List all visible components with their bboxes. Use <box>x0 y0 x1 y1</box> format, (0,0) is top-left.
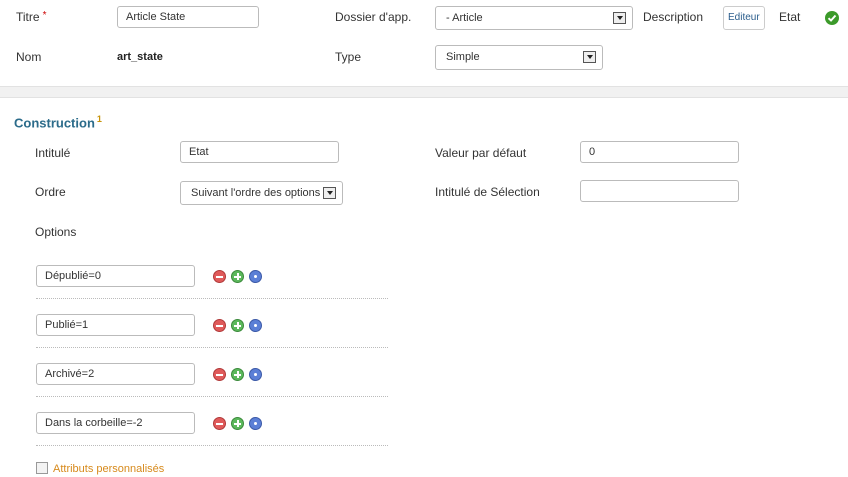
type-select-value: Simple <box>446 51 480 63</box>
valeur-defaut-input[interactable] <box>580 141 739 163</box>
remove-icon[interactable] <box>213 368 226 381</box>
option-input[interactable] <box>36 265 195 287</box>
move-icon[interactable] <box>249 368 262 381</box>
chevron-down-icon <box>323 187 336 199</box>
attributs-checkbox[interactable] <box>36 462 48 474</box>
option-input[interactable] <box>36 363 195 385</box>
ordre-label: Ordre <box>35 185 66 199</box>
remove-icon[interactable] <box>213 270 226 283</box>
remove-icon[interactable] <box>213 319 226 332</box>
move-icon[interactable] <box>249 319 262 332</box>
description-label: Description <box>643 10 704 24</box>
ordre-select[interactable]: Suivant l'ordre des options <box>180 181 343 205</box>
add-icon[interactable] <box>231 270 244 283</box>
type-label: Type <box>335 50 362 64</box>
dossier-select-value: - Article <box>446 12 483 24</box>
intitule-input[interactable] <box>180 141 339 163</box>
option-divider <box>36 396 388 397</box>
add-icon[interactable] <box>231 319 244 332</box>
nom-label: Nom <box>16 50 42 64</box>
etat-label: Etat <box>779 10 801 24</box>
valeur-defaut-label: Valeur par défaut <box>435 146 527 160</box>
chevron-down-icon <box>583 51 596 63</box>
construction-title-sup: 1 <box>96 114 102 124</box>
intitule-selection-input[interactable] <box>580 180 739 202</box>
option-divider <box>36 445 388 446</box>
titre-input[interactable] <box>117 6 259 28</box>
option-input[interactable] <box>36 314 195 336</box>
type-select[interactable]: Simple <box>435 45 603 70</box>
required-mark: * <box>42 10 47 21</box>
add-icon[interactable] <box>231 368 244 381</box>
check-mark-svg <box>827 14 837 22</box>
options-label: Options <box>35 225 77 239</box>
move-icon[interactable] <box>249 270 262 283</box>
option-divider <box>36 347 388 348</box>
chevron-down-icon <box>613 12 626 24</box>
intitule-label: Intitulé <box>35 146 71 160</box>
section-divider <box>0 86 848 98</box>
construction-title-text: Construction <box>14 115 95 131</box>
option-input[interactable] <box>36 412 195 434</box>
ordre-select-value: Suivant l'ordre des options <box>191 187 321 199</box>
construction-title: Construction 1 <box>14 114 102 130</box>
add-icon[interactable] <box>231 417 244 430</box>
dossier-label: Dossier d'app. <box>335 10 412 24</box>
editeur-button[interactable]: Editeur <box>723 6 765 30</box>
titre-label-text: Titre <box>16 10 40 24</box>
intitule-selection-label: Intitulé de Sélection <box>435 185 540 199</box>
nom-value: art_state <box>117 51 163 63</box>
move-icon[interactable] <box>249 417 262 430</box>
titre-label: Titre * <box>16 10 46 24</box>
attributs-label[interactable]: Attributs personnalisés <box>53 463 164 475</box>
option-divider <box>36 298 388 299</box>
check-icon[interactable] <box>825 11 839 25</box>
remove-icon[interactable] <box>213 417 226 430</box>
dossier-select[interactable]: - Article <box>435 6 633 30</box>
